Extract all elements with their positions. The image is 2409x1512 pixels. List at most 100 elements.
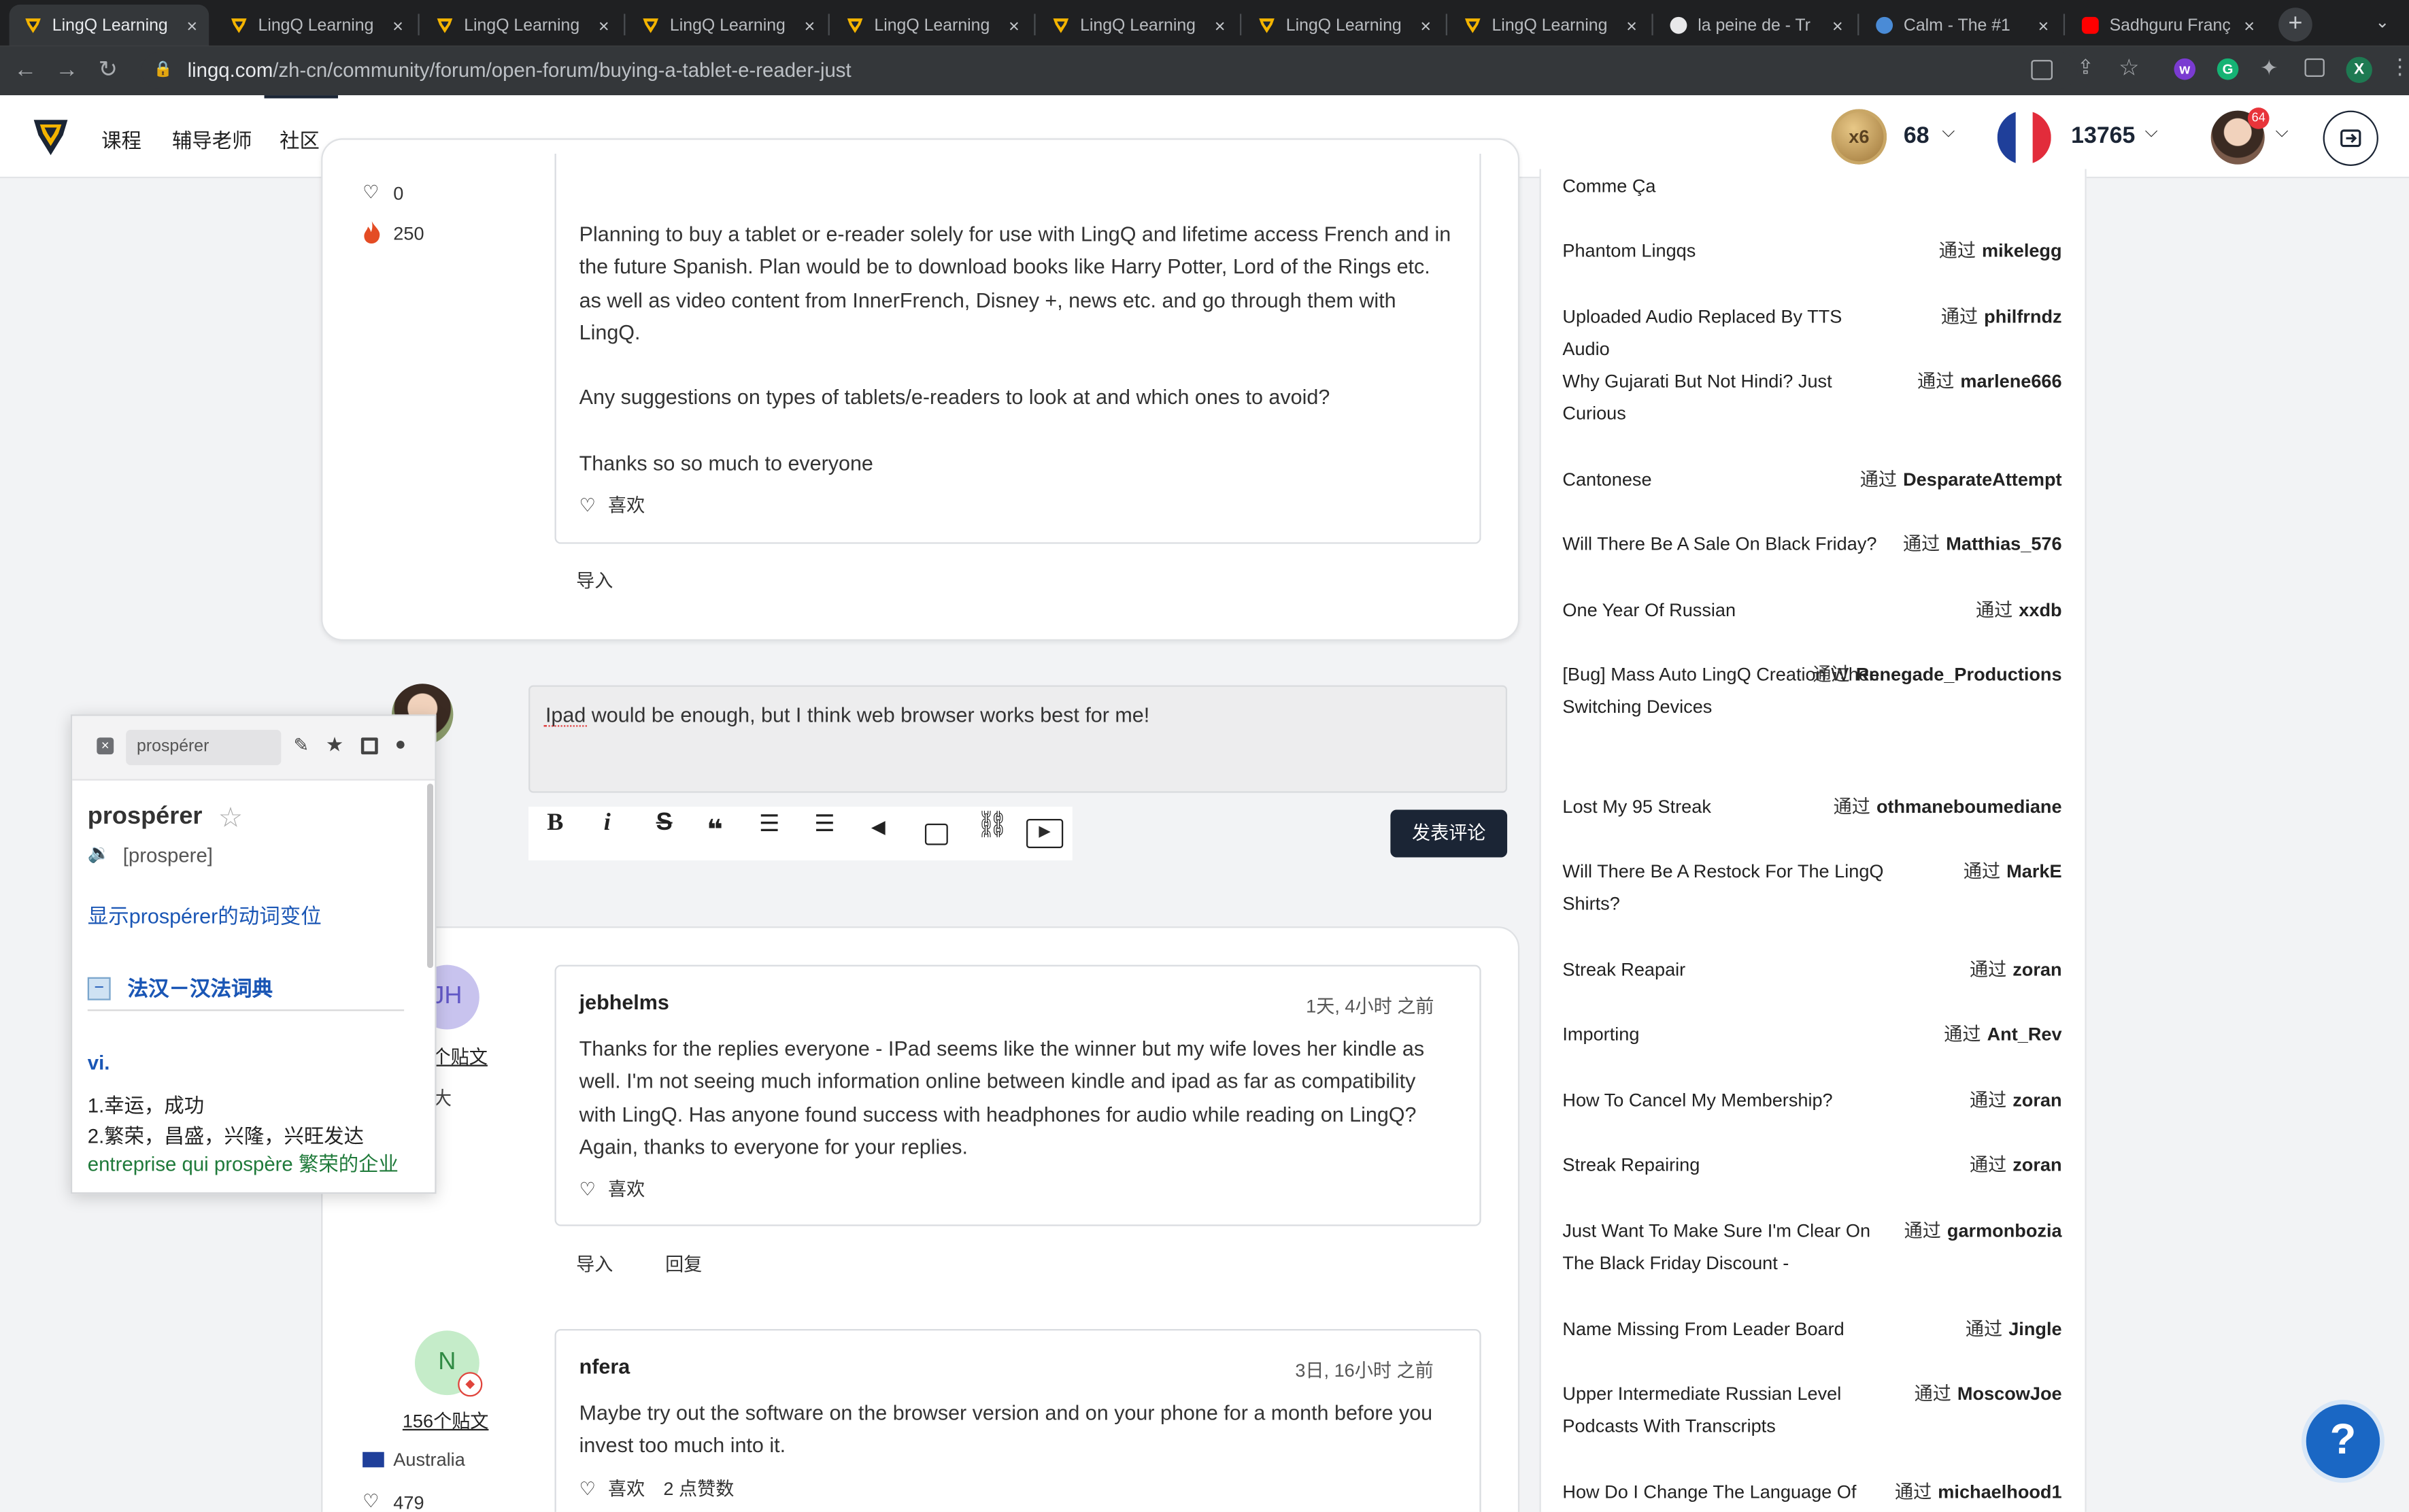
panel-icon[interactable] (360, 737, 378, 755)
reply-textarea[interactable]: Ipad would be enough, but I think web br… (528, 685, 1508, 793)
browser-tab[interactable]: LingQ Learning × (215, 5, 415, 46)
thread-author-name[interactable]: zoran (2012, 1154, 2061, 1176)
tab-close-icon[interactable]: × (386, 14, 410, 36)
import-button[interactable] (2323, 110, 2378, 166)
tab-close-icon[interactable]: × (1413, 14, 1438, 36)
thread-author-name[interactable]: zoran (2012, 1090, 2061, 1111)
tab-close-icon[interactable]: × (1825, 14, 1850, 36)
forum-thread-item[interactable]: Why Gujarati But Not Hindi? Just Curious… (1562, 366, 2069, 431)
forum-thread-item[interactable]: Name Missing From Leader Board 通过 Jingle (1562, 1313, 2069, 1345)
popup-search-input[interactable]: prospérer (126, 730, 282, 765)
import-link[interactable]: 导入 (576, 1251, 613, 1277)
thread-title[interactable]: Phantom Lingqs (1562, 235, 1891, 267)
forum-thread-item[interactable]: Cantonese 通过 DesparateAttempt (1562, 464, 2069, 496)
side-panel-icon[interactable] (2304, 58, 2325, 77)
forum-thread-item[interactable]: Just Want To Make Sure I'm Clear On The … (1562, 1215, 2069, 1280)
grammarly-icon[interactable]: G (2217, 58, 2239, 80)
thread-title[interactable]: How Do I Change The Language Of (1562, 1477, 1891, 1509)
thread-author-name[interactable]: garmonbozia (1947, 1220, 2062, 1242)
forum-thread-item[interactable]: Uploaded Audio Replaced By TTS Audio 通过 ph… (1562, 301, 2069, 366)
strikethrough-icon[interactable]: S (656, 809, 673, 837)
thread-title[interactable]: How To Cancel My Membership? (1562, 1085, 1891, 1117)
collapse-icon[interactable]: − (87, 977, 111, 1001)
nav-community[interactable]: 社区 (280, 124, 320, 154)
thread-author-name[interactable]: Renegade_Productions (1856, 664, 2062, 686)
thread-author-name[interactable]: xxdb (2019, 599, 2061, 621)
forward-arrow-icon[interactable]: → (55, 57, 78, 85)
french-flag-icon[interactable] (1997, 110, 2051, 165)
post-comment-button[interactable]: 发表评论 (1390, 809, 1508, 858)
tab-close-icon[interactable]: × (797, 14, 822, 36)
back-arrow-icon[interactable]: ← (14, 57, 37, 85)
new-tab-button[interactable]: + (2278, 7, 2312, 41)
bookmark-star-icon[interactable]: ☆ (2119, 54, 2139, 81)
forum-thread-item[interactable]: Will There Be A Sale On Black Friday? 通过 M… (1562, 528, 2069, 560)
forum-thread-item[interactable]: [Bug] Mass Auto LingQ Creation When Swit… (1562, 659, 2069, 724)
share-icon[interactable]: ⇪ (2077, 55, 2094, 80)
like-button[interactable]: ♡ 喜欢 (579, 1175, 645, 1201)
thread-title[interactable]: Just Want To Make Sure I'm Clear On The … (1562, 1215, 1891, 1280)
thread-title[interactable]: Will There Be A Restock For The LingQ Sh… (1562, 856, 1891, 920)
browser-tab[interactable]: LingQ Learning × (627, 5, 827, 46)
bold-icon[interactable]: B (547, 809, 563, 837)
nav-tutors[interactable]: 辅导老师 (172, 124, 252, 154)
browser-tab[interactable]: la peine de - Tr × (1655, 5, 1855, 46)
forum-thread-item[interactable]: How Do I Change The Language Of 通过 michael… (1562, 1477, 2069, 1509)
thread-title[interactable]: Cantonese (1562, 464, 1891, 496)
thread-author-name[interactable]: othmaneboumediane (1876, 796, 2062, 818)
tab-list-chevron-icon[interactable]: ⌄ (2375, 12, 2389, 32)
italic-icon[interactable]: i (604, 809, 611, 837)
ordered-list-icon[interactable]: ☰ (759, 809, 779, 837)
tab-close-icon[interactable]: × (2031, 14, 2055, 36)
browser-tab[interactable]: LingQ Learning × (831, 5, 1031, 46)
like-button[interactable]: ♡ 喜欢 2 点赞数 (579, 1475, 735, 1501)
thread-title[interactable]: Streak Repairing (1562, 1149, 1891, 1181)
browser-tab[interactable]: LingQ Learning × (421, 5, 621, 46)
forum-thread-item[interactable]: Phantom Lingqs 通过 mikelegg (1562, 235, 2069, 267)
reload-icon[interactable]: ↻ (99, 57, 118, 85)
thread-title[interactable]: Importing (1562, 1019, 1891, 1051)
conjugation-link[interactable]: 显示prospérer的动词变位 (88, 899, 322, 930)
thread-title[interactable]: Streak Reapair (1562, 954, 1891, 986)
profile-x-avatar[interactable]: X (2346, 56, 2372, 83)
thread-title[interactable]: Will There Be A Sale On Black Friday? (1562, 528, 1891, 560)
thread-title[interactable]: Name Missing From Leader Board (1562, 1313, 1891, 1345)
forum-thread-item[interactable]: Upper Intermediate Russian Level Podcast… (1562, 1378, 2069, 1443)
reply-author[interactable]: nfera (579, 1355, 630, 1378)
tab-close-icon[interactable]: × (2237, 14, 2261, 36)
coins-chevron-down-icon[interactable]: ⌵ (1942, 123, 1955, 143)
extension-w-icon[interactable]: w (2174, 58, 2196, 80)
thread-title[interactable]: Upper Intermediate Russian Level Podcast… (1562, 1378, 1891, 1443)
tab-close-icon[interactable]: × (1208, 14, 1232, 36)
thread-author-name[interactable]: zoran (2012, 959, 2061, 981)
forum-thread-item[interactable]: How To Cancel My Membership? 通过 zoran (1562, 1085, 2069, 1117)
reply-posts-link[interactable]: 156个贴文 (403, 1407, 489, 1433)
video-icon[interactable]: ▶ (1026, 819, 1064, 848)
reply-author[interactable]: jebhelms (579, 991, 669, 1014)
translate-icon[interactable] (2031, 60, 2053, 80)
thread-author-name[interactable]: Matthias_576 (1946, 533, 2061, 555)
popup-scrollbar[interactable] (427, 784, 434, 969)
import-link[interactable]: 导入 (576, 567, 613, 593)
forum-thread-item[interactable]: Importing 通过 Ant_Rev (1562, 1019, 2069, 1051)
user-chevron-down-icon[interactable]: ⌵ (2276, 123, 2289, 143)
browser-tab[interactable]: LingQ Learning × (1243, 5, 1443, 46)
thread-author-name[interactable]: mikelegg (1982, 239, 2062, 261)
thread-author-name[interactable]: MarkE (2006, 860, 2061, 882)
clear-icon[interactable]: × (97, 737, 114, 755)
thread-author-name[interactable]: philfrndz (1984, 306, 2061, 328)
tab-close-icon[interactable]: × (180, 14, 204, 36)
favorite-star-icon[interactable]: ★ (326, 733, 343, 758)
browser-tab[interactable]: LingQ Learning × (9, 4, 209, 46)
thread-author-name[interactable]: DesparateAttempt (1903, 469, 2061, 490)
thread-author-name[interactable]: marlene666 (1960, 370, 2061, 392)
forum-thread-item[interactable]: Streak Repairing 通过 zoran (1562, 1149, 2069, 1181)
browser-tab[interactable]: Sadhguru Franç × (2066, 5, 2266, 46)
image-icon[interactable] (924, 823, 948, 845)
lingq-logo-icon[interactable] (31, 115, 71, 158)
streak-coin-badge[interactable]: x6 (1831, 109, 1887, 165)
thread-author-name[interactable]: Jingle (2008, 1318, 2061, 1340)
speaker-icon[interactable]: 🔉 (88, 842, 111, 864)
forum-thread-item[interactable]: Comme Ça (1562, 171, 2069, 203)
link-icon[interactable]: ⛓ (975, 809, 1009, 840)
